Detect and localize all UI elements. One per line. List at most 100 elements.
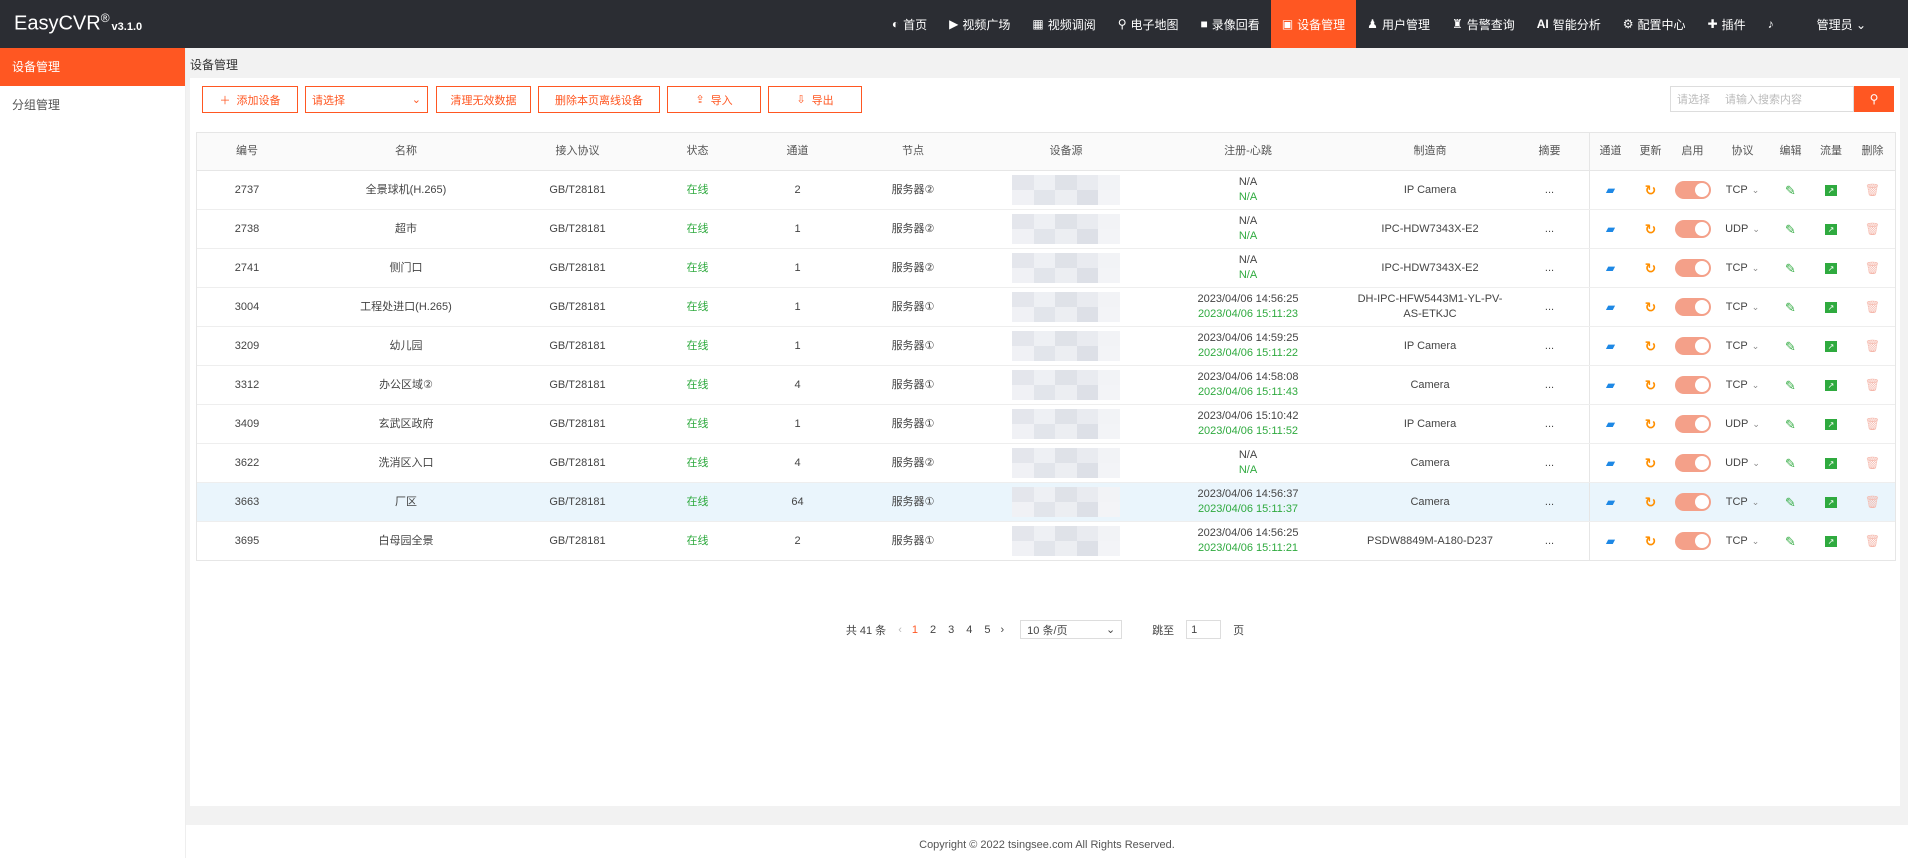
edit-icon[interactable]: ✎ <box>1785 300 1796 315</box>
edit-icon[interactable]: ✎ <box>1785 495 1796 510</box>
app-logo[interactable]: EasyCVR®v3.1.0 <box>14 11 142 36</box>
transport-select[interactable]: UDP ⌄ <box>1725 222 1760 237</box>
refresh-icon[interactable]: ↻ <box>1645 416 1657 432</box>
page-number-button[interactable]: 2 <box>930 624 936 636</box>
transport-select[interactable]: UDP ⌄ <box>1725 456 1760 471</box>
add-device-button[interactable]: ＋ 添加设备 <box>202 86 298 113</box>
enable-toggle[interactable] <box>1674 454 1711 472</box>
nav-item-alarm[interactable]: ♜ 告警查询 <box>1441 0 1526 48</box>
trash-icon[interactable]: 🗑 <box>1865 339 1880 354</box>
nav-item-play-circle[interactable]: ▶ 视频广场 <box>938 0 1021 48</box>
trash-icon[interactable]: 🗑 <box>1865 417 1880 432</box>
trash-icon[interactable]: 🗑 <box>1865 378 1880 393</box>
trash-icon[interactable]: 🗑 <box>1865 222 1880 237</box>
summary[interactable]: ... <box>1510 327 1590 365</box>
search-scope-select[interactable]: 请选择 <box>1677 91 1725 107</box>
page-number-button[interactable]: 3 <box>948 624 954 636</box>
nav-item-bell[interactable]: ♪ <box>1757 0 1789 48</box>
traffic-chart-icon[interactable]: ↗ <box>1825 418 1837 430</box>
enable-toggle[interactable] <box>1674 493 1711 511</box>
transport-select[interactable]: TCP ⌄ <box>1726 183 1760 198</box>
summary[interactable]: ... <box>1510 522 1590 560</box>
folder-icon[interactable]: ▰ <box>1606 495 1615 510</box>
nav-item-admin[interactable]: 管理员 ⌄ <box>1789 0 1908 48</box>
summary[interactable]: ... <box>1510 483 1590 521</box>
traffic-chart-icon[interactable]: ↗ <box>1825 262 1837 274</box>
transport-select[interactable]: TCP ⌄ <box>1726 339 1760 354</box>
search-input[interactable]: 请输入搜索内容 <box>1725 91 1802 107</box>
trash-icon[interactable]: 🗑 <box>1865 261 1880 276</box>
folder-icon[interactable]: ▰ <box>1606 456 1615 471</box>
enable-toggle[interactable] <box>1674 376 1711 394</box>
summary[interactable]: ... <box>1510 405 1590 443</box>
trash-icon[interactable]: 🗑 <box>1865 456 1880 471</box>
nav-item-gear[interactable]: ⚙ 配置中心 <box>1612 0 1697 48</box>
edit-icon[interactable]: ✎ <box>1785 417 1796 432</box>
traffic-chart-icon[interactable]: ↗ <box>1825 340 1837 352</box>
delete-offline-devices-button[interactable]: 删除本页离线设备 <box>538 86 660 113</box>
page-number-button[interactable]: 1 <box>912 624 918 636</box>
trash-icon[interactable]: 🗑 <box>1865 300 1880 315</box>
enable-toggle[interactable] <box>1674 181 1711 199</box>
next-page-button[interactable]: › <box>1000 624 1004 636</box>
transport-select[interactable]: TCP ⌄ <box>1726 534 1760 549</box>
search-button[interactable]: ⚲ <box>1854 86 1894 112</box>
filter-select[interactable]: 请选择 ⌄ <box>305 86 428 113</box>
folder-icon[interactable]: ▰ <box>1606 534 1615 549</box>
trash-icon[interactable]: 🗑 <box>1865 183 1880 198</box>
traffic-chart-icon[interactable]: ↗ <box>1825 457 1837 469</box>
edit-icon[interactable]: ✎ <box>1785 222 1796 237</box>
traffic-chart-icon[interactable]: ↗ <box>1825 223 1837 235</box>
nav-item-user[interactable]: ♟ 用户管理 <box>1356 0 1441 48</box>
refresh-icon[interactable]: ↻ <box>1645 455 1657 471</box>
edit-icon[interactable]: ✎ <box>1785 183 1796 198</box>
traffic-chart-icon[interactable]: ↗ <box>1825 379 1837 391</box>
summary[interactable]: ... <box>1510 366 1590 404</box>
jump-page-input[interactable]: 1 <box>1186 620 1222 639</box>
nav-item-video-camera[interactable]: ■ 录像回看 <box>1190 0 1271 48</box>
summary[interactable]: ... <box>1510 210 1590 248</box>
enable-toggle[interactable] <box>1674 337 1711 355</box>
nav-item-dashboard[interactable]: ◐ 首页 <box>881 0 938 48</box>
clean-invalid-data-button[interactable]: 清理无效数据 <box>436 86 531 113</box>
refresh-icon[interactable]: ↻ <box>1645 377 1657 393</box>
trash-icon[interactable]: 🗑 <box>1865 534 1880 549</box>
prev-page-button[interactable]: ‹ <box>898 624 902 636</box>
refresh-icon[interactable]: ↻ <box>1645 182 1657 198</box>
enable-toggle[interactable] <box>1674 532 1711 550</box>
export-button[interactable]: ⇩ 导出 <box>768 86 862 113</box>
nav-item-map-pin[interactable]: ⚲ 电子地图 <box>1107 0 1190 48</box>
folder-icon[interactable]: ▰ <box>1606 378 1615 393</box>
summary[interactable]: ... <box>1510 444 1590 482</box>
summary[interactable]: ... <box>1510 249 1590 287</box>
refresh-icon[interactable]: ↻ <box>1645 533 1657 549</box>
sidebar-item-device-management[interactable]: 设备管理 <box>0 48 185 86</box>
traffic-chart-icon[interactable]: ↗ <box>1825 496 1837 508</box>
refresh-icon[interactable]: ↻ <box>1645 299 1657 315</box>
enable-toggle[interactable] <box>1674 220 1711 238</box>
edit-icon[interactable]: ✎ <box>1785 339 1796 354</box>
edit-icon[interactable]: ✎ <box>1785 261 1796 276</box>
edit-icon[interactable]: ✎ <box>1785 378 1796 393</box>
folder-icon[interactable]: ▰ <box>1606 300 1615 315</box>
folder-icon[interactable]: ▰ <box>1606 261 1615 276</box>
transport-select[interactable]: TCP ⌄ <box>1726 300 1760 315</box>
nav-item-ai[interactable]: AI 智能分析 <box>1526 0 1612 48</box>
folder-icon[interactable]: ▰ <box>1606 183 1615 198</box>
traffic-chart-icon[interactable]: ↗ <box>1825 535 1837 547</box>
refresh-icon[interactable]: ↻ <box>1645 494 1657 510</box>
refresh-icon[interactable]: ↻ <box>1645 338 1657 354</box>
page-number-button[interactable]: 5 <box>984 624 990 636</box>
folder-icon[interactable]: ▰ <box>1606 222 1615 237</box>
folder-icon[interactable]: ▰ <box>1606 417 1615 432</box>
transport-select[interactable]: TCP ⌄ <box>1726 495 1760 510</box>
traffic-chart-icon[interactable]: ↗ <box>1825 184 1837 196</box>
transport-select[interactable]: TCP ⌄ <box>1726 261 1760 276</box>
nav-item-puzzle[interactable]: ✚ 插件 <box>1697 0 1757 48</box>
nav-item-device[interactable]: ▣ 设备管理 <box>1270 0 1357 48</box>
nav-item-grid[interactable]: ▦ 视频调阅 <box>1021 0 1106 48</box>
refresh-icon[interactable]: ↻ <box>1645 260 1657 276</box>
page-size-select[interactable]: 10 条/页 ⌄ <box>1020 620 1123 639</box>
edit-icon[interactable]: ✎ <box>1785 456 1796 471</box>
page-number-button[interactable]: 4 <box>966 624 972 636</box>
